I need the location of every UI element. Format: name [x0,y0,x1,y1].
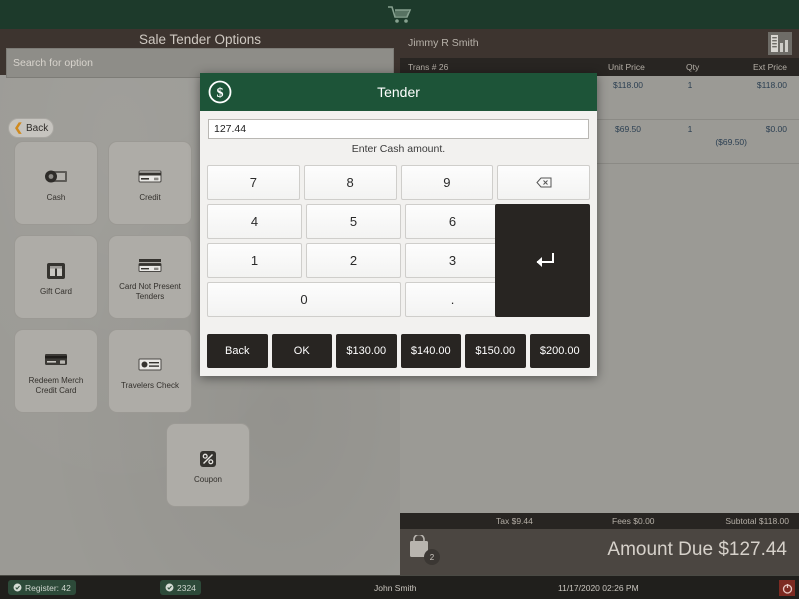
building-icon [768,32,792,55]
tile-label: Credit [139,192,161,202]
dialog-ok-button[interactable]: OK [271,334,332,368]
pos-application: Sale Tender Options ❮ Back Cash [0,0,799,599]
top-bar [0,0,799,29]
status-bar: Register: 42 2324 John Smith 11/17/2020 … [0,575,799,599]
backspace-icon [535,177,552,188]
amount-hint: Enter Cash amount. [351,143,446,155]
numeric-keypad: 7 8 9 4 5 6 1 2 3 0 . [207,165,590,321]
totals-bar: Tax $9.44 Fees $0.00 Subtotal $118.00 [400,513,799,529]
svg-text:$: $ [217,86,224,101]
column-header-ext-price: Ext Price [752,62,787,72]
column-header-qty: Qty [686,62,700,72]
quick-amount-140[interactable]: $140.00 [400,334,461,368]
backspace-key[interactable] [497,165,590,200]
key-4[interactable]: 4 [207,204,302,239]
item-unit-price: $118.00 [612,80,644,90]
power-button[interactable] [779,580,795,596]
amount-due: Amount Due $127.44 [607,539,787,561]
shopping-bag-icon[interactable]: 2 [408,533,442,567]
key-6[interactable]: 6 [405,204,500,239]
item-ext-price: $0.00 [765,124,787,134]
key-9[interactable]: 9 [400,165,494,200]
amount-input[interactable] [208,119,589,139]
item-discount: ($69.50) [715,137,747,147]
tender-tile-gift-card[interactable]: Gift Card [14,235,98,319]
tender-tile-credit[interactable]: Credit [108,141,192,225]
tile-label: Cash [46,192,66,202]
subtotal: Subtotal $118.00 [725,516,789,526]
credit-card-icon [138,164,162,190]
key-8[interactable]: 8 [303,165,397,200]
power-icon [782,583,792,594]
amount-due-bar: 2 Amount Due $127.44 [400,529,799,575]
tender-tile-card-not-present[interactable]: Card Not Present Tenders [108,235,192,319]
check-circle-icon [165,583,174,592]
credit-card-icon [44,347,68,373]
tile-label: Redeem Merch Credit Card [28,375,84,395]
dialog-title: Tender [377,84,420,100]
tender-dialog: $ Tender Enter Cash amount. 7 8 9 [200,73,597,376]
transaction-number: Trans # 26 [408,62,449,72]
back-button[interactable]: ❮ Back [8,118,54,138]
quick-amount-200[interactable]: $200.00 [529,334,590,368]
code-label: 2324 [177,582,196,593]
register-label: Register: 42 [25,582,71,593]
shopping-cart-icon[interactable] [387,5,413,25]
check-circle-icon [13,583,22,592]
key-7[interactable]: 7 [207,165,300,200]
current-user: John Smith [374,583,417,593]
tile-label: Coupon [193,474,223,484]
key-5[interactable]: 5 [306,204,401,239]
key-decimal[interactable]: . [405,282,500,317]
item-qty: 1 [687,80,693,90]
amount-due-label: Amount Due [607,539,714,560]
tile-label: Travelers Check [121,380,179,390]
dialog-actions: Back OK $130.00 $140.00 $150.00 $200.00 [207,334,590,368]
key-0[interactable]: 0 [207,282,401,317]
fees-total: Fees $0.00 [612,516,655,526]
datetime: 11/17/2020 02:26 PM [558,583,639,593]
register-status: Register: 42 [8,580,76,595]
tile-label: Card Not Present Tenders [119,281,181,301]
tile-row: Coupon [166,423,394,507]
item-qty: 1 [687,124,693,134]
amount-due-value: $127.44 [718,539,787,560]
back-button-label: Back [25,122,49,134]
credit-card-icon [138,253,162,279]
item-unit-price: $69.50 [615,124,641,134]
tile-label: Gift Card [39,286,72,296]
check-icon [138,352,162,378]
gift-card-icon [46,258,66,284]
quick-amount-150[interactable]: $150.00 [465,334,526,368]
chevron-left-icon: ❮ [13,121,23,134]
tender-tile-coupon[interactable]: Coupon [166,423,250,507]
customer-name: Jimmy R Smith [408,37,479,49]
cash-icon [43,164,69,190]
dollar-circle-icon: $ [208,80,232,104]
dialog-back-button[interactable]: Back [207,334,268,368]
bag-count-badge: 2 [424,549,440,565]
key-2[interactable]: 2 [306,243,401,278]
key-3[interactable]: 3 [405,243,500,278]
percent-icon [199,446,217,472]
tax-total: Tax $9.44 [496,516,533,526]
tender-tile-travelers-check[interactable]: Travelers Check [108,329,192,413]
item-ext-price: $118.00 [756,80,787,90]
enter-icon [536,252,554,267]
dialog-header: $ Tender [200,73,597,111]
enter-key[interactable] [495,204,590,317]
page-title: Sale Tender Options [138,32,262,47]
code-status: 2324 [160,580,201,595]
column-header-unit-price: Unit Price [608,62,645,72]
keypad-row: 7 8 9 [207,165,590,200]
key-1[interactable]: 1 [207,243,302,278]
tender-tile-redeem-merch-credit-card[interactable]: Redeem Merch Credit Card [14,329,98,413]
quick-amount-130[interactable]: $130.00 [336,334,397,368]
tender-tile-cash[interactable]: Cash [14,141,98,225]
